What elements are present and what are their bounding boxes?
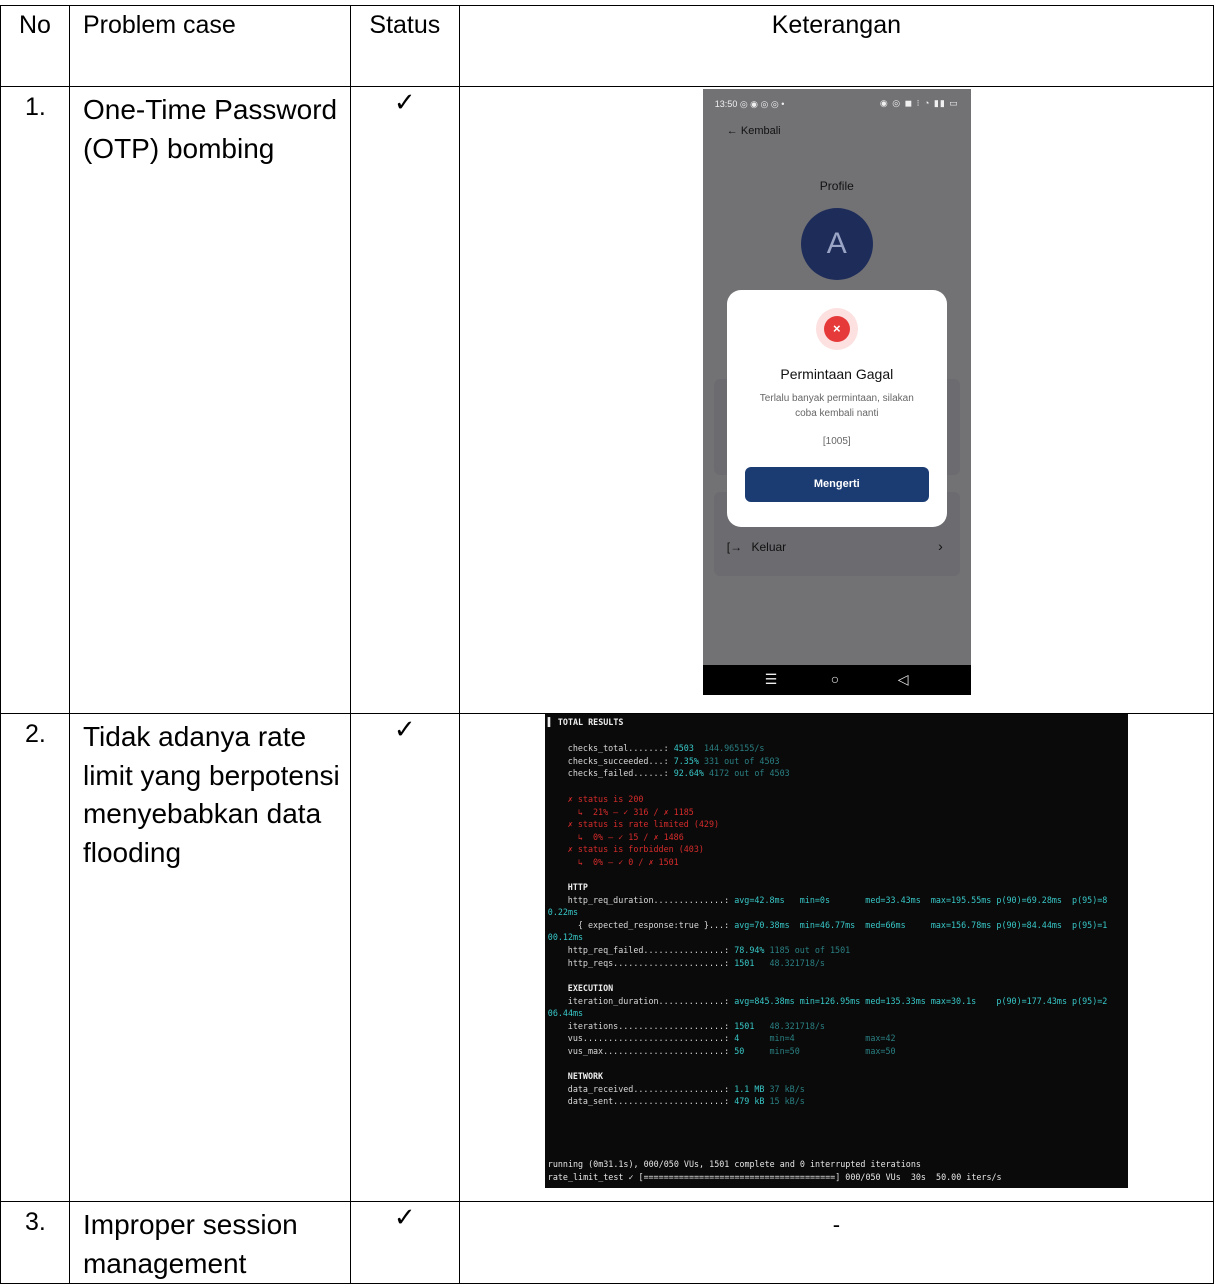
dialog-error-code: [1005] (822, 436, 851, 447)
check-line: ↳ 0% — ✓ 0 / ✗ 1501 (567, 857, 679, 867)
back-link[interactable]: ← Kembali (727, 125, 781, 137)
terminal-line: { expected_response:true }...: avg=70.38… (567, 919, 1108, 930)
table-header-row: No Problem case Status Keterangan (0, 5, 1214, 87)
check-line: ✗ status is 200 (567, 794, 644, 804)
network-header: NETWORK (567, 1071, 604, 1081)
header-status: Status (349, 5, 460, 87)
close-circle-icon: × (823, 316, 850, 342)
status-check-icon: ✓ (349, 713, 460, 1202)
table-row: 3. Improper session management ✓ - (0, 1201, 1214, 1284)
keterangan-cell: - (458, 1201, 1214, 1284)
terminal-line: checks_failed......: 92.64% 4172 out of … (567, 768, 790, 779)
back-label: Kembali (740, 125, 781, 137)
row-number: 3. (0, 1201, 70, 1284)
error-dialog: × Permintaan Gagal Terlalu banyak permin… (726, 290, 947, 527)
header-no: No (0, 5, 70, 87)
terminal-screenshot: ▌ TOTAL RESULTS checks_total.......: 450… (544, 714, 1128, 1188)
terminal-line: vus_max........................: 50 min=… (567, 1046, 896, 1056)
terminal-line: iteration_duration.............: avg=845… (567, 995, 1108, 1006)
phone-status-time: 13:50 ◎ ◉ ◎ ◎ • (714, 99, 785, 109)
keterangan-cell: ▌ TOTAL RESULTS checks_total.......: 450… (458, 713, 1214, 1202)
dialog-ok-button[interactable]: Mengerti (744, 467, 929, 502)
logout-label: Keluar (751, 540, 787, 554)
avatar: A (800, 208, 873, 280)
keterangan-cell: 13:50 ◎ ◉ ◎ ◎ • ◉ ◎ ◼ ⁝ ◔ ▮▮ ▭ ← Kembali… (458, 86, 1214, 714)
android-nav-bar: ☰ ○ ◁ (702, 665, 971, 695)
terminal-line: http_reqs......................: 1501 48… (567, 957, 825, 968)
dialog-message: Terlalu banyak permintaan, silakan coba … (759, 393, 914, 419)
terminal-line: checks_total.......: 4503 144.965155/s (567, 743, 765, 753)
running-status-line: running (0m31.1s), 000/050 VUs, 1501 com… (547, 1159, 921, 1169)
table-row: 1. One-Time Password (OTP) bombing ✓ 13:… (0, 86, 1214, 714)
row-number: 1. (0, 86, 70, 714)
header-problem-case: Problem case (68, 5, 351, 87)
execution-header: EXECUTION (567, 983, 614, 993)
terminal-line: data_sent......................: 479 kB … (567, 1096, 805, 1107)
http-header: HTTP (567, 882, 588, 892)
phone-screenshot: 13:50 ◎ ◉ ◎ ◎ • ◉ ◎ ◼ ⁝ ◔ ▮▮ ▭ ← Kembali… (702, 89, 971, 695)
terminal-line: http_req_duration..............: avg=42.… (567, 894, 1108, 905)
dialog-title: Permintaan Gagal (780, 366, 894, 382)
terminal-line: 06.44ms (547, 1008, 584, 1019)
home-icon[interactable]: ○ (831, 671, 839, 687)
phone-status-icons: ◉ ◎ ◼ ⁝ ◔ ▮▮ ▭ (879, 98, 959, 108)
terminal-line: checks_succeeded...: 7.35% 331 out of 45… (567, 755, 780, 766)
logout-item[interactable]: [→ Keluar (727, 540, 786, 554)
menu-icon[interactable]: ☰ (765, 671, 778, 688)
problem-case: Improper session management (68, 1201, 351, 1284)
check-line: ↳ 21% — ✓ 316 / ✗ 1185 (567, 806, 694, 817)
terminal-line: 0.22ms (547, 907, 579, 918)
check-line: ✗ status is forbidden (403) (567, 844, 704, 855)
logout-icon: [→ (726, 540, 743, 554)
terminal-line: data_received..................: 1.1 MB … (567, 1083, 805, 1094)
header-keterangan: Keterangan (458, 5, 1214, 87)
terminal-line: vus............................: 4 min=4… (567, 1033, 896, 1044)
chevron-right-icon: › (938, 538, 943, 554)
check-line: ✗ status is rate limited (429) (567, 819, 720, 830)
terminal-line: http_req_failed................: 78.94% … (567, 945, 851, 955)
terminal-section-title: ▌ TOTAL RESULTS (547, 717, 624, 727)
keterangan-text: - (832, 1212, 841, 1237)
table-row: 2. Tidak adanya rate limit yang berpoten… (0, 713, 1214, 1202)
phone-page-title: Profile (819, 179, 854, 193)
arrow-left-icon: ← (726, 125, 738, 137)
back-triangle-icon[interactable]: ◁ (898, 671, 909, 688)
problem-case-table: No Problem case Status Keterangan 1. One… (0, 5, 1214, 1284)
status-check-icon: ✓ (349, 86, 460, 714)
progress-line: rate_limit_test ✓ [=====================… (547, 1171, 1002, 1182)
problem-case: One-Time Password (OTP) bombing (68, 86, 351, 714)
terminal-line: 00.12ms (547, 932, 584, 943)
problem-case: Tidak adanya rate limit yang berpotensi … (68, 713, 351, 1202)
error-icon-halo: × (815, 308, 858, 350)
terminal-line: iterations.....................: 1501 48… (567, 1020, 825, 1031)
status-check-icon: ✓ (349, 1201, 460, 1284)
row-number: 2. (0, 713, 70, 1202)
check-line: ↳ 0% — ✓ 15 / ✗ 1486 (567, 831, 684, 842)
